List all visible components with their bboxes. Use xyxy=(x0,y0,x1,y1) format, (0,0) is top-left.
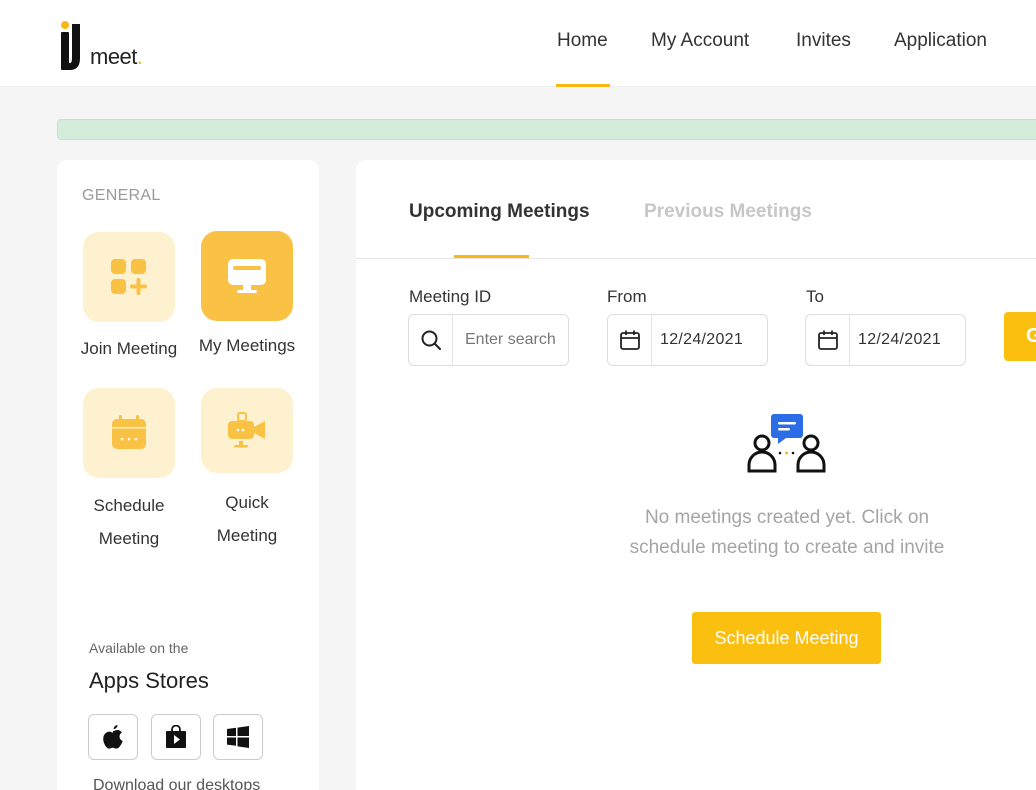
from-date-field[interactable]: 12/24/2021 xyxy=(607,314,768,366)
from-date-value[interactable]: 12/24/2021 xyxy=(652,315,767,365)
download-desktop-text: Download our desktops xyxy=(93,777,261,790)
play-store-button[interactable] xyxy=(151,714,201,760)
calendar-icon xyxy=(112,415,146,449)
nav-home[interactable]: Home xyxy=(557,30,608,52)
empty-state-message: No meetings created yet. Click on schedu… xyxy=(629,507,945,558)
quick-meeting-label: Quick Meeting xyxy=(216,493,278,545)
ijmeet-logo[interactable]: meet. xyxy=(60,18,150,74)
apple-icon xyxy=(103,725,123,749)
sidebar: GENERAL Join Meeting My Meetings Schedul… xyxy=(57,160,319,790)
tab-previous-meetings[interactable]: Previous Meetings xyxy=(644,201,812,223)
to-date-value[interactable]: 12/24/2021 xyxy=(850,315,965,365)
my-meetings-label: My Meetings xyxy=(198,336,296,355)
status-alert-bar xyxy=(57,119,1036,140)
go-button[interactable]: G xyxy=(1004,312,1036,361)
join-meeting-tile[interactable] xyxy=(83,232,175,322)
app-stores-title: Apps Stores xyxy=(89,668,209,693)
play-store-icon xyxy=(166,725,186,748)
meeting-id-label: Meeting ID xyxy=(409,287,492,306)
search-icon xyxy=(409,315,453,365)
tab-upcoming-meetings[interactable]: Upcoming Meetings xyxy=(409,201,590,223)
available-on-text: Available on the xyxy=(89,640,189,656)
windows-store-button[interactable] xyxy=(213,714,263,760)
video-camera-icon xyxy=(228,411,265,447)
nav-application[interactable]: Application xyxy=(894,30,987,52)
calendar-icon xyxy=(806,315,850,365)
to-date-label: To xyxy=(806,287,824,306)
schedule-meeting-label: Schedule Meeting xyxy=(93,496,165,548)
schedule-meeting-tile[interactable] xyxy=(83,388,175,478)
section-label-general: GENERAL xyxy=(82,187,161,204)
quick-meeting-tile[interactable] xyxy=(201,388,293,473)
nav-my-account[interactable]: My Account xyxy=(651,30,749,52)
grid-plus-icon xyxy=(111,259,147,295)
join-meeting-label: Join Meeting xyxy=(80,339,178,358)
calendar-icon xyxy=(608,315,652,365)
from-date-label: From xyxy=(607,287,647,306)
to-date-field[interactable]: 12/24/2021 xyxy=(805,314,966,366)
logo-mark-icon xyxy=(61,21,80,70)
apple-store-button[interactable] xyxy=(88,714,138,760)
meeting-id-search xyxy=(408,314,569,366)
schedule-meeting-button[interactable]: Schedule Meeting xyxy=(692,612,881,664)
my-meetings-tile[interactable] xyxy=(201,231,293,321)
meeting-id-input[interactable] xyxy=(453,315,568,365)
tab-divider xyxy=(356,258,1036,259)
people-chat-icon xyxy=(747,414,826,473)
windows-icon xyxy=(227,726,249,748)
nav-invites[interactable]: Invites xyxy=(796,30,851,52)
logo-wordmark: meet. xyxy=(90,44,143,69)
monitor-icon xyxy=(228,259,266,293)
top-navbar: meet. Home My Account Invites Applicatio… xyxy=(0,0,1036,87)
meetings-panel: Upcoming Meetings Previous Meetings Meet… xyxy=(356,160,1036,790)
nav-active-indicator xyxy=(556,84,610,87)
